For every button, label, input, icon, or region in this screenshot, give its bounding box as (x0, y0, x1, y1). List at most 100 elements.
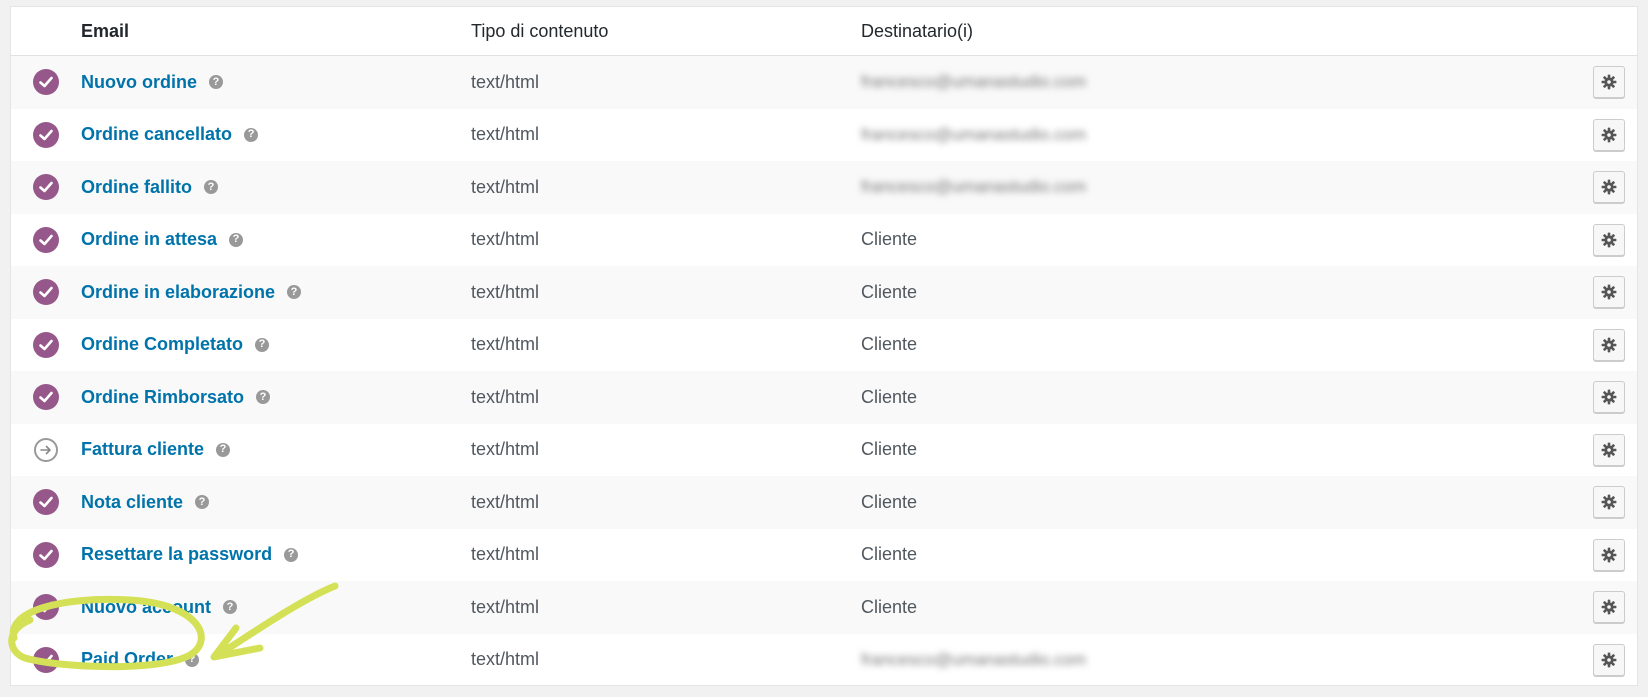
arrow-right-circle-icon (34, 437, 58, 462)
manage-email-button[interactable] (1593, 538, 1625, 571)
help-icon[interactable]: ? (216, 442, 231, 457)
manage-email-button[interactable] (1593, 118, 1625, 151)
header-content-type: Tipo di contenuto (471, 20, 609, 41)
recipient-cell: Cliente (861, 386, 918, 407)
email-row-ordine-completato: Ordine Completato? text/html Cliente (11, 318, 1637, 371)
gear-icon (1601, 442, 1617, 458)
emails-table: Email Tipo di contenuto Destinatario(i) … (10, 6, 1638, 686)
email-row-nota-cliente: Nota cliente? text/html Cliente (11, 476, 1637, 529)
email-link[interactable]: Ordine in attesa (81, 229, 217, 250)
email-name-cell: Ordine Rimborsato? (81, 387, 471, 408)
recipient-cell: Cliente (861, 596, 918, 617)
email-link[interactable]: Nuovo ordine (81, 72, 197, 93)
gear-icon (1601, 389, 1617, 405)
email-name-cell: Nuovo account? (81, 597, 471, 618)
check-circle-icon (33, 174, 59, 201)
help-icon[interactable]: ? (256, 390, 271, 405)
email-link[interactable]: Paid Order (81, 649, 173, 670)
status-cell (11, 594, 81, 621)
actions-cell (1581, 118, 1637, 151)
manage-email-button[interactable] (1593, 328, 1625, 361)
help-icon[interactable]: ? (185, 652, 200, 667)
help-icon[interactable]: ? (284, 547, 299, 562)
email-name-cell: Nuovo ordine? (81, 72, 471, 93)
table-header: Email Tipo di contenuto Destinatario(i) (11, 7, 1637, 56)
recipient-cell: francesco@umanastudio.com (861, 177, 1087, 197)
gear-icon (1601, 232, 1617, 248)
email-row-resettare-la-password: Resettare la password? text/html Cliente (11, 528, 1637, 581)
recipient-cell: francesco@umanastudio.com (861, 649, 1087, 669)
email-link[interactable]: Resettare la password (81, 544, 272, 565)
content-type-cell: text/html (471, 649, 540, 670)
help-icon[interactable]: ? (255, 337, 270, 352)
content-type-cell: text/html (471, 491, 540, 512)
help-icon[interactable]: ? (195, 495, 210, 510)
gear-icon (1601, 284, 1617, 300)
header-recipients: Destinatario(i) (861, 20, 974, 41)
email-link[interactable]: Ordine cancellato (81, 124, 232, 145)
email-link[interactable]: Nuovo account (81, 597, 211, 618)
email-row-ordine-in-elaborazione: Ordine in elaborazione? text/html Cliente (11, 266, 1637, 319)
email-link[interactable]: Ordine in elaborazione (81, 282, 275, 303)
gear-icon (1601, 337, 1617, 353)
manage-email-button[interactable] (1593, 381, 1625, 414)
gear-icon (1601, 127, 1617, 143)
content-type-cell: text/html (471, 71, 540, 92)
email-name-cell: Paid Order? (81, 649, 471, 670)
status-cell (11, 121, 81, 148)
actions-cell (1581, 591, 1637, 624)
help-icon[interactable]: ? (204, 180, 219, 195)
recipient-cell: Cliente (861, 229, 918, 250)
gear-icon (1601, 74, 1617, 90)
email-row-fattura-cliente: Fattura cliente? text/html Cliente (11, 423, 1637, 476)
help-icon[interactable]: ? (209, 75, 223, 90)
actions-cell (1581, 538, 1637, 571)
table-body: Nuovo ordine? text/html francesco@umanastu… (11, 56, 1637, 685)
manage-email-button[interactable] (1593, 486, 1625, 519)
email-name-cell: Ordine Completato? (81, 334, 471, 355)
email-link[interactable]: Nota cliente (81, 492, 183, 513)
status-cell (11, 489, 81, 516)
actions-cell (1581, 381, 1637, 414)
email-row-ordine-cancellato: Ordine cancellato? text/html francesco@uma… (11, 108, 1637, 161)
content-type-cell: text/html (471, 334, 540, 355)
status-cell (11, 384, 81, 411)
status-cell (11, 226, 81, 253)
check-circle-icon (33, 331, 59, 358)
recipient-cell: Cliente (861, 439, 918, 460)
manage-email-button[interactable] (1593, 591, 1625, 624)
status-cell (11, 437, 81, 462)
manage-email-button[interactable] (1593, 223, 1625, 256)
email-name-cell: Ordine in elaborazione? (81, 282, 471, 303)
gear-icon (1601, 547, 1617, 563)
email-row-paid-order: Paid Order? text/html francesco@umanastudi… (11, 633, 1637, 685)
actions-cell (1581, 276, 1637, 309)
actions-cell (1581, 486, 1637, 519)
manage-email-button[interactable] (1593, 433, 1625, 466)
manage-email-button[interactable] (1593, 276, 1625, 309)
status-cell (11, 541, 81, 568)
check-circle-icon (33, 646, 59, 673)
email-name-cell: Ordine cancellato? (81, 124, 471, 145)
email-link[interactable]: Ordine fallito (81, 177, 192, 198)
help-icon[interactable]: ? (229, 232, 244, 247)
email-name-cell: Ordine in attesa? (81, 229, 471, 250)
help-icon[interactable]: ? (223, 600, 238, 615)
recipient-cell: Cliente (861, 544, 918, 565)
gear-icon (1601, 179, 1617, 195)
recipient-cell: francesco@umanastudio.com (861, 72, 1087, 92)
actions-cell (1581, 643, 1637, 676)
email-link[interactable]: Ordine Rimborsato (81, 387, 244, 408)
email-name-cell: Resettare la password? (81, 544, 471, 565)
manage-email-button[interactable] (1593, 171, 1625, 204)
check-circle-icon (33, 279, 59, 306)
help-icon[interactable]: ? (287, 285, 302, 300)
email-link[interactable]: Ordine Completato (81, 334, 243, 355)
content-type-cell: text/html (471, 544, 540, 565)
manage-email-button[interactable] (1593, 643, 1625, 676)
manage-email-button[interactable] (1593, 66, 1625, 99)
status-cell (11, 69, 81, 96)
help-icon[interactable]: ? (244, 127, 259, 142)
gear-icon (1601, 494, 1617, 510)
email-link[interactable]: Fattura cliente (81, 439, 204, 460)
